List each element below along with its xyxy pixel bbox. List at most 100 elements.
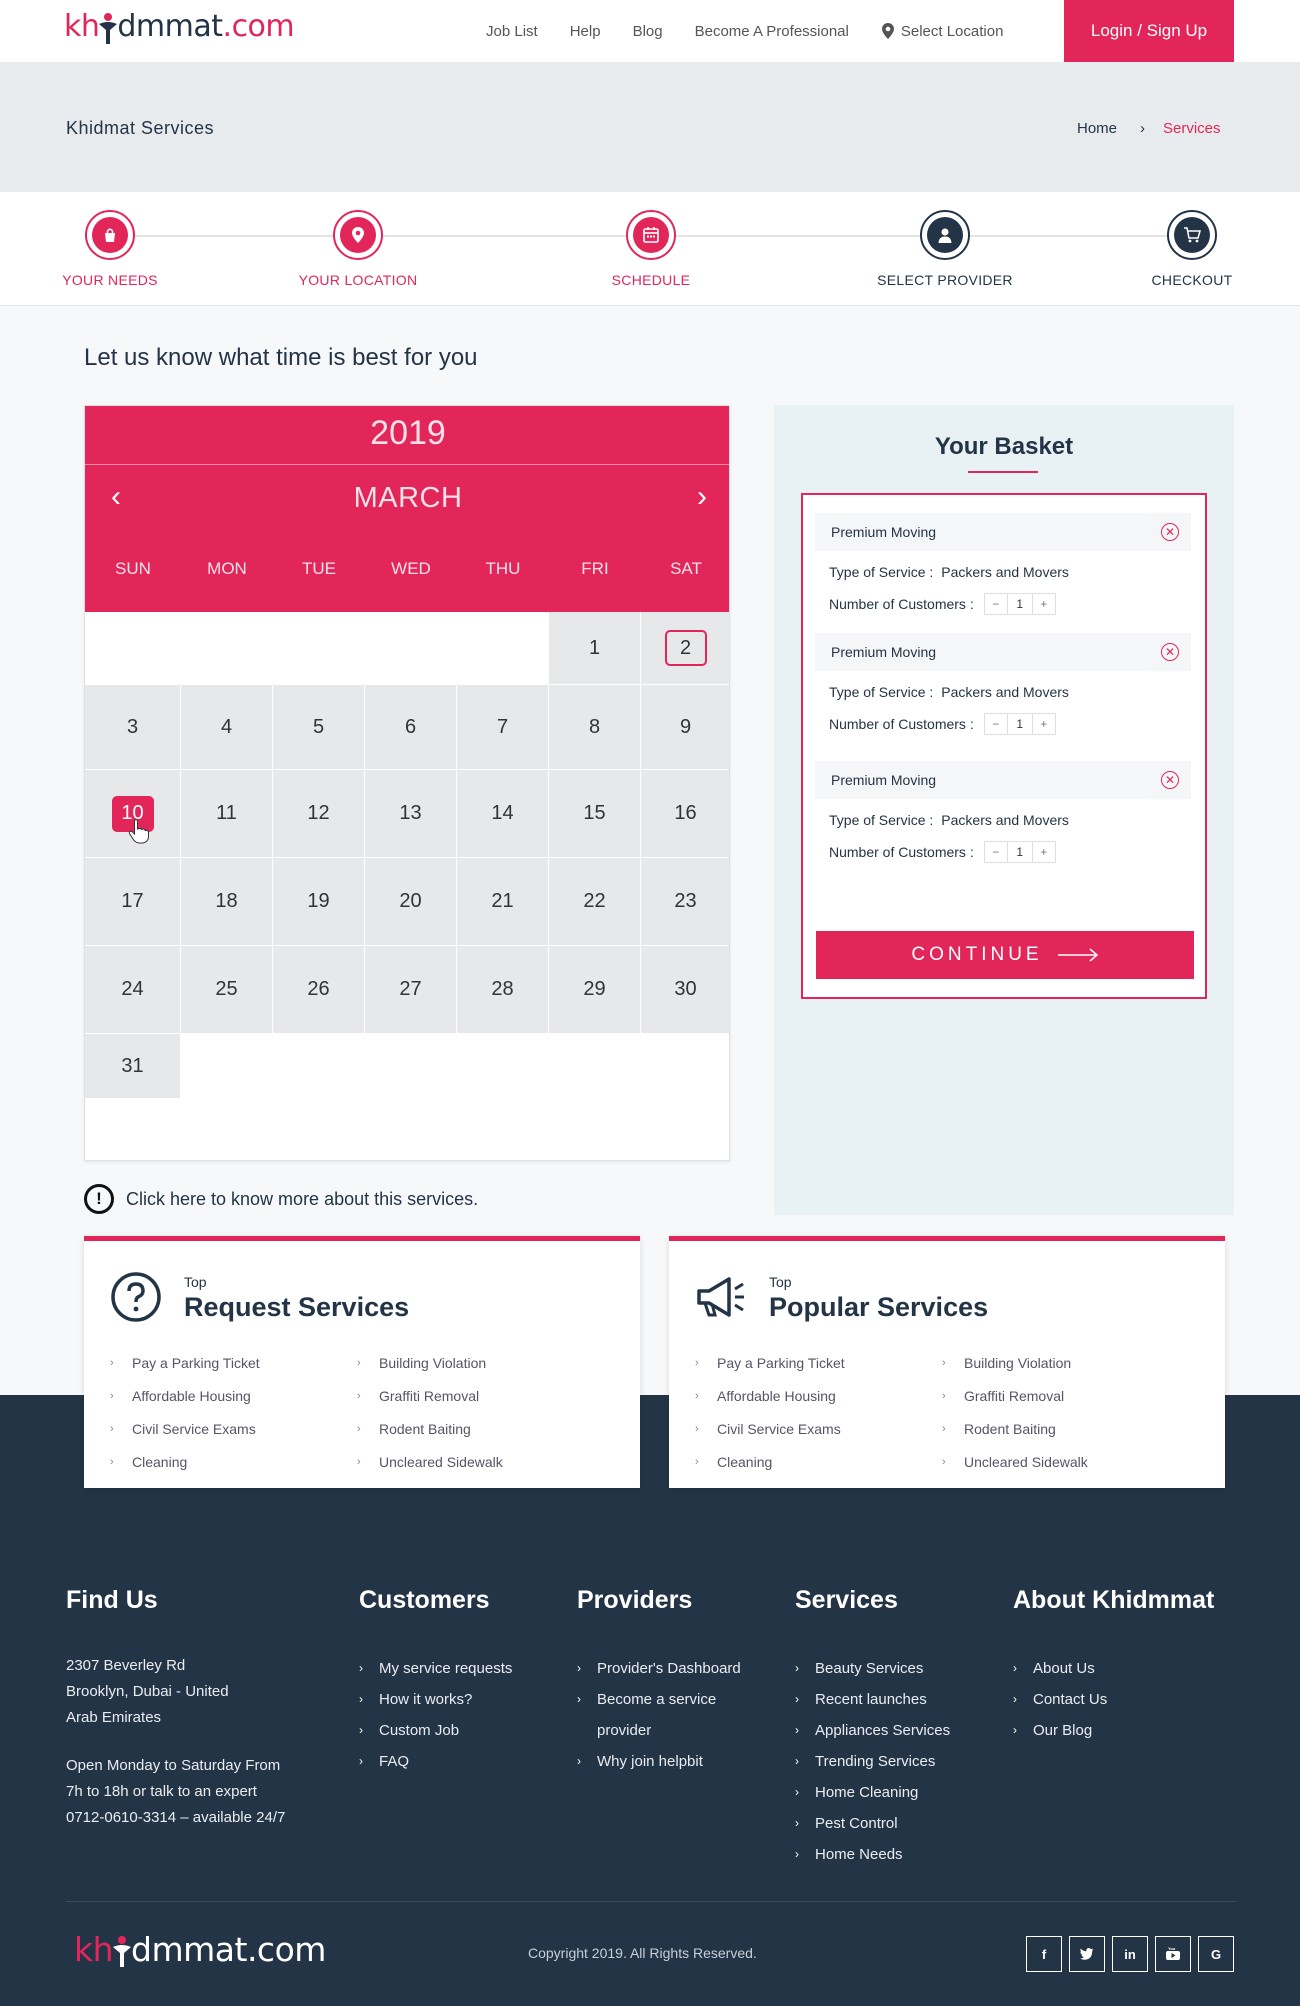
login-signup-button[interactable]: Login / Sign Up [1064, 0, 1234, 62]
step-schedule[interactable]: SCHEDULE [571, 210, 731, 288]
select-location-button[interactable]: Select Location [881, 22, 1003, 40]
step-your-needs[interactable]: YOUR NEEDS [30, 210, 190, 288]
service-link[interactable]: › Cleaning [695, 1445, 845, 1478]
calendar-day-24[interactable]: 24 [85, 946, 181, 1034]
linkedin-icon[interactable]: in [1112, 1936, 1148, 1972]
service-link[interactable]: › Rodent Baiting [942, 1412, 1088, 1445]
footer-link[interactable]: › How it works? [359, 1684, 512, 1715]
calendar-day-8[interactable]: 8 [549, 685, 641, 770]
footer-link[interactable]: › Contact Us [1013, 1684, 1214, 1715]
calendar-day-11[interactable]: 11 [181, 770, 273, 858]
service-link[interactable]: › Rodent Baiting [357, 1412, 503, 1445]
footer-link[interactable]: › My service requests [359, 1653, 512, 1684]
facebook-icon[interactable]: f [1026, 1936, 1062, 1972]
calendar-day-20[interactable]: 20 [365, 858, 457, 946]
service-link[interactable]: › Cleaning [110, 1445, 260, 1478]
footer-link[interactable]: › Home Needs [795, 1839, 950, 1870]
step-checkout[interactable]: CHECKOUT [1112, 210, 1272, 288]
footer-link[interactable]: › Custom Job [359, 1715, 512, 1746]
service-link[interactable]: › Affordable Housing [695, 1379, 845, 1412]
step-select-provider[interactable]: SELECT PROVIDER [865, 210, 1025, 288]
footer-link[interactable]: › Become a service [577, 1684, 741, 1715]
calendar-day-15[interactable]: 15 [549, 770, 641, 858]
calendar-day-28[interactable]: 28 [457, 946, 549, 1034]
service-link[interactable]: › Pay a Parking Ticket [695, 1346, 845, 1379]
increment-button[interactable]: + [1033, 842, 1055, 862]
footer-link[interactable]: › FAQ [359, 1746, 512, 1777]
calendar-day-26[interactable]: 26 [273, 946, 365, 1034]
site-logo[interactable]: kh dmmat.com [64, 9, 295, 44]
decrement-button[interactable]: − [985, 714, 1007, 734]
service-link[interactable]: › Affordable Housing [110, 1379, 260, 1412]
service-link[interactable]: › Building Violation [942, 1346, 1088, 1379]
footer-link[interactable]: › Pest Control [795, 1808, 950, 1839]
nav-become-professional[interactable]: Become A Professional [695, 23, 849, 40]
calendar-day-5[interactable]: 5 [273, 685, 365, 770]
remove-circle-icon[interactable]: ✕ [1161, 771, 1179, 789]
increment-button[interactable]: + [1033, 594, 1055, 614]
calendar-day-22[interactable]: 22 [549, 858, 641, 946]
calendar-day-4[interactable]: 4 [181, 685, 273, 770]
youtube-icon[interactable]: You [1155, 1936, 1191, 1972]
calendar-day-7[interactable]: 7 [457, 685, 549, 770]
calendar-day-13[interactable]: 13 [365, 770, 457, 858]
footer-link[interactable]: provider [577, 1715, 741, 1746]
calendar-day-27[interactable]: 27 [365, 946, 457, 1034]
footer-link[interactable]: › Appliances Services [795, 1715, 950, 1746]
breadcrumb-home-link[interactable]: Home [1077, 120, 1117, 137]
calendar-day-25[interactable]: 25 [181, 946, 273, 1034]
footer-link[interactable]: › Our Blog [1013, 1715, 1214, 1746]
google-icon[interactable]: G [1198, 1936, 1234, 1972]
calendar-day-31[interactable]: 31 [85, 1034, 181, 1099]
service-link[interactable]: › Building Violation [357, 1346, 503, 1379]
footer-link[interactable]: › Home Cleaning [795, 1777, 950, 1808]
step-your-location[interactable]: YOUR LOCATION [278, 210, 438, 288]
calendar-day-14[interactable]: 14 [457, 770, 549, 858]
footer-link[interactable]: › Beauty Services [795, 1653, 950, 1684]
footer-link[interactable]: › Provider's Dashboard [577, 1653, 741, 1684]
nav-help[interactable]: Help [570, 23, 601, 40]
decrement-button[interactable]: − [985, 594, 1007, 614]
next-month-button[interactable]: › [687, 480, 717, 514]
megaphone-icon [697, 1277, 744, 1317]
increment-button[interactable]: + [1033, 714, 1055, 734]
footer-logo[interactable]: kh dmmat.com [74, 1930, 326, 1969]
calendar-day-9[interactable]: 9 [641, 685, 729, 770]
footer-link[interactable]: › Trending Services [795, 1746, 950, 1777]
footer-link[interactable]: › Recent launches [795, 1684, 950, 1715]
nav-blog[interactable]: Blog [633, 23, 663, 40]
remove-circle-icon[interactable]: ✕ [1161, 523, 1179, 541]
service-link[interactable]: › Uncleared Sidewalk [942, 1445, 1088, 1478]
footer-link[interactable]: › Why join helpbit [577, 1746, 741, 1777]
service-link[interactable]: › Pay a Parking Ticket [110, 1346, 260, 1379]
quantity-value[interactable]: 1 [1006, 594, 1033, 614]
calendar-day-17[interactable]: 17 [85, 858, 181, 946]
footer-link[interactable]: › About Us [1013, 1653, 1214, 1684]
calendar-day-10[interactable]: 10 [85, 770, 181, 858]
calendar-day-16[interactable]: 16 [641, 770, 729, 858]
service-link[interactable]: › Civil Service Exams [110, 1412, 260, 1445]
service-link[interactable]: › Uncleared Sidewalk [357, 1445, 503, 1478]
continue-button[interactable]: CONTINUE [816, 931, 1194, 979]
service-link[interactable]: › Graffiti Removal [942, 1379, 1088, 1412]
calendar-day-2[interactable]: 2 [641, 612, 729, 685]
service-link[interactable]: › Civil Service Exams [695, 1412, 845, 1445]
calendar-day-18[interactable]: 18 [181, 858, 273, 946]
twitter-icon[interactable] [1069, 1936, 1105, 1972]
calendar-day-1[interactable]: 1 [549, 612, 641, 685]
services-info-link[interactable]: ! Click here to know more about this ser… [84, 1184, 478, 1214]
calendar-day-12[interactable]: 12 [273, 770, 365, 858]
calendar-day-3[interactable]: 3 [85, 685, 181, 770]
calendar-day-19[interactable]: 19 [273, 858, 365, 946]
quantity-value[interactable]: 1 [1006, 714, 1033, 734]
service-link[interactable]: › Graffiti Removal [357, 1379, 503, 1412]
decrement-button[interactable]: − [985, 842, 1007, 862]
calendar-day-29[interactable]: 29 [549, 946, 641, 1034]
quantity-value[interactable]: 1 [1006, 842, 1033, 862]
calendar-day-21[interactable]: 21 [457, 858, 549, 946]
calendar-day-30[interactable]: 30 [641, 946, 729, 1034]
nav-job-list[interactable]: Job List [486, 23, 538, 40]
calendar-day-6[interactable]: 6 [365, 685, 457, 770]
calendar-day-23[interactable]: 23 [641, 858, 729, 946]
remove-circle-icon[interactable]: ✕ [1161, 643, 1179, 661]
